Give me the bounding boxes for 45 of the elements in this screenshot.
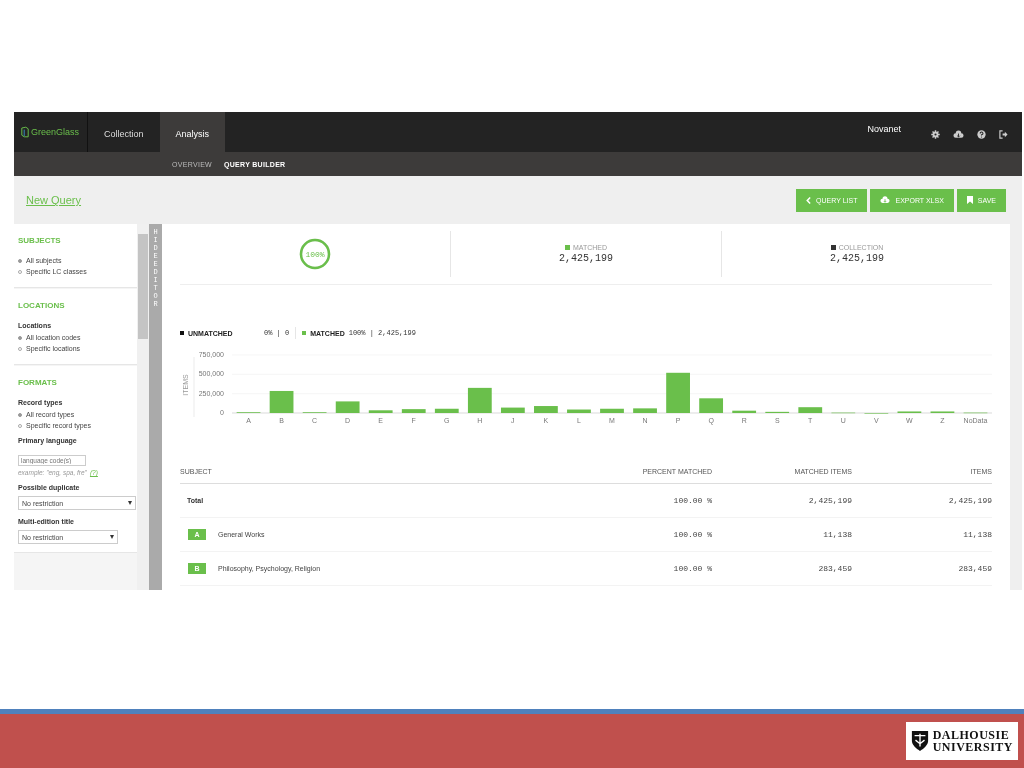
nav-tab[interactable]: Collection bbox=[88, 112, 160, 152]
bar[interactable] bbox=[434, 408, 459, 413]
table-cell-text: 283,459 bbox=[957, 564, 992, 573]
cloud-download-icon[interactable] bbox=[953, 129, 964, 139]
help-icon[interactable] bbox=[977, 129, 986, 139]
table-cell-text: 11,138 bbox=[962, 530, 992, 539]
bar[interactable] bbox=[467, 387, 492, 413]
chevron-left-icon bbox=[806, 196, 812, 204]
settings-icon[interactable] bbox=[931, 129, 940, 139]
bar[interactable] bbox=[633, 408, 657, 413]
logo-text: DALHOUSIE bbox=[932, 729, 1011, 741]
table-cell-text: 2,425,199 bbox=[947, 496, 992, 505]
logo-text: GreenGlass bbox=[31, 127, 80, 137]
bar[interactable] bbox=[534, 406, 558, 413]
nav-tab[interactable]: Analysis bbox=[159, 112, 226, 152]
bookmark-icon bbox=[966, 196, 973, 204]
table-cell-text: 100.00 % bbox=[672, 496, 712, 505]
bar[interactable] bbox=[666, 372, 690, 413]
logout-icon[interactable] bbox=[999, 129, 1008, 139]
section-title: SUBJECTS bbox=[18, 236, 62, 245]
bar[interactable] bbox=[335, 401, 360, 413]
table-cell-text: 11,138 bbox=[822, 530, 852, 539]
table-cell-text: 100.00 % bbox=[672, 564, 712, 573]
cloud-download-icon bbox=[880, 196, 891, 204]
stat-value: 2,425,199 bbox=[559, 253, 613, 264]
glass-icon bbox=[21, 126, 29, 138]
bar[interactable] bbox=[500, 407, 525, 413]
percent-ring: 100% bbox=[299, 238, 331, 270]
table-cell-text: 2,425,199 bbox=[807, 496, 852, 505]
table-cell-text: 283,459 bbox=[817, 564, 852, 573]
bar[interactable] bbox=[401, 409, 426, 413]
bar[interactable] bbox=[600, 408, 624, 413]
bar[interactable] bbox=[567, 409, 591, 413]
bar[interactable] bbox=[732, 410, 757, 413]
bar[interactable] bbox=[368, 410, 393, 413]
stat-value: 2,425,199 bbox=[830, 253, 884, 264]
bar[interactable] bbox=[699, 398, 724, 413]
section-title: LOCATIONS bbox=[18, 301, 66, 310]
bar[interactable] bbox=[269, 390, 294, 413]
user-name[interactable]: Novanet bbox=[867, 112, 901, 152]
section-title: FORMATS bbox=[18, 378, 58, 387]
bar[interactable] bbox=[798, 407, 823, 413]
table-cell-text: 100.00 % bbox=[672, 530, 712, 539]
logo-text: UNIVERSITY bbox=[932, 741, 1013, 753]
crest-icon bbox=[910, 730, 929, 752]
